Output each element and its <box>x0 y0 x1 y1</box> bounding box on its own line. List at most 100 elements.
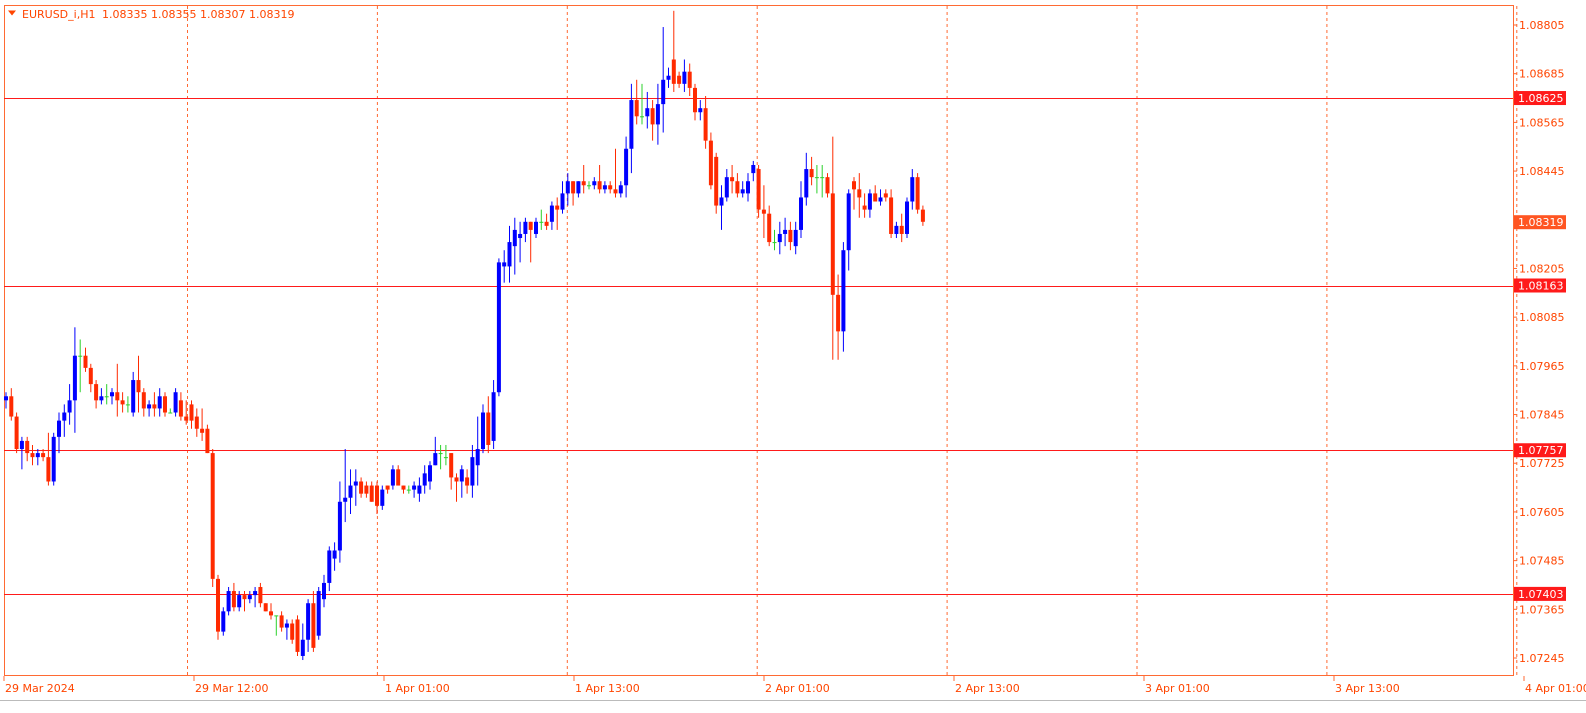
candle-body <box>439 453 443 454</box>
candle <box>168 408 172 413</box>
candle-body <box>364 486 368 494</box>
candle-body <box>523 222 527 234</box>
candle <box>863 193 867 217</box>
candle <box>380 486 384 510</box>
candle <box>667 68 671 88</box>
candle-body <box>327 550 331 582</box>
candle-body <box>513 230 517 246</box>
candle <box>89 364 93 392</box>
candle-body <box>672 59 676 83</box>
candle <box>550 202 554 230</box>
candle-body <box>359 481 363 493</box>
candle-body <box>449 453 453 477</box>
candle <box>624 137 628 198</box>
candle <box>386 486 390 494</box>
candle-body <box>576 181 580 193</box>
price-chart[interactable]: 1.088051.086851.085651.084451.083251.082… <box>0 0 1586 709</box>
candle <box>889 189 893 238</box>
current-price-badge-text: 1.08319 <box>1518 216 1564 229</box>
candle <box>105 384 109 404</box>
candle <box>9 388 13 420</box>
symbol-menu-triangle-icon[interactable] <box>8 11 16 16</box>
candle-body <box>433 453 437 465</box>
candle-body <box>730 177 734 181</box>
y-tick-label: 1.07845 <box>1519 409 1565 422</box>
candle-body <box>243 595 247 599</box>
candle-body <box>725 177 729 197</box>
candle <box>645 92 649 129</box>
candle-body <box>322 583 326 599</box>
candle-body <box>847 193 851 250</box>
candle-body <box>863 206 867 210</box>
candle-body <box>354 481 358 485</box>
candle-body <box>831 193 835 294</box>
candle-body <box>9 396 13 416</box>
candle-body <box>99 396 103 400</box>
candle <box>370 481 374 501</box>
candle <box>68 384 72 425</box>
candle-body <box>20 441 24 449</box>
candle <box>402 486 406 494</box>
candle <box>762 185 766 238</box>
candle-body <box>317 591 321 636</box>
plot-frame <box>5 6 1514 676</box>
candle <box>555 197 559 229</box>
candle <box>810 157 814 185</box>
candle <box>359 477 363 497</box>
candle-body <box>773 242 777 243</box>
candle-body <box>338 502 342 551</box>
candle <box>704 96 708 149</box>
candle <box>502 250 506 282</box>
candle-body <box>651 108 655 124</box>
candle-body <box>603 185 607 189</box>
x-tick-label: 2 Apr 13:00 <box>955 682 1020 695</box>
candle <box>603 181 607 193</box>
candle <box>439 445 443 469</box>
candle <box>137 356 141 413</box>
candle-body <box>751 165 755 173</box>
candle <box>274 615 278 635</box>
candle-body <box>349 486 353 498</box>
candle-body <box>561 193 565 209</box>
candle <box>163 392 167 416</box>
candle <box>126 396 130 412</box>
candle-body <box>68 400 72 412</box>
candle-body <box>147 404 151 408</box>
candle <box>847 189 851 270</box>
candle-body <box>624 149 628 186</box>
candle <box>428 461 432 489</box>
candle-body <box>709 141 713 186</box>
candle-body <box>221 611 225 631</box>
candle-body <box>916 177 920 209</box>
candle <box>751 161 755 181</box>
time-axis[interactable]: 29 Mar 202429 Mar 12:001 Apr 01:001 Apr … <box>4 676 1586 695</box>
candles <box>4 11 925 660</box>
candle <box>190 400 194 428</box>
candle <box>788 222 792 250</box>
x-tick-label: 1 Apr 01:00 <box>385 682 450 695</box>
candle-body <box>205 429 209 453</box>
candle <box>582 165 586 193</box>
candle-body <box>195 417 199 429</box>
candle-body <box>518 234 522 238</box>
candle <box>296 615 300 656</box>
candle-body <box>608 185 612 189</box>
candle-body <box>476 449 480 465</box>
candle <box>248 591 252 603</box>
candle <box>916 173 920 214</box>
candle <box>269 603 273 619</box>
candle <box>682 59 686 91</box>
candle-body <box>682 72 686 84</box>
candle-body <box>274 615 278 616</box>
candle-body <box>380 490 384 506</box>
price-axis[interactable]: 1.088051.086851.085651.084451.083251.082… <box>1513 19 1565 665</box>
candle <box>470 445 474 498</box>
candle <box>317 587 321 640</box>
candle <box>725 169 729 201</box>
candle-body <box>211 453 215 579</box>
vertical-grid <box>188 6 1586 675</box>
candle <box>258 583 262 607</box>
candle-body <box>280 615 284 627</box>
candle-body <box>333 550 337 558</box>
candle-body <box>815 177 819 178</box>
